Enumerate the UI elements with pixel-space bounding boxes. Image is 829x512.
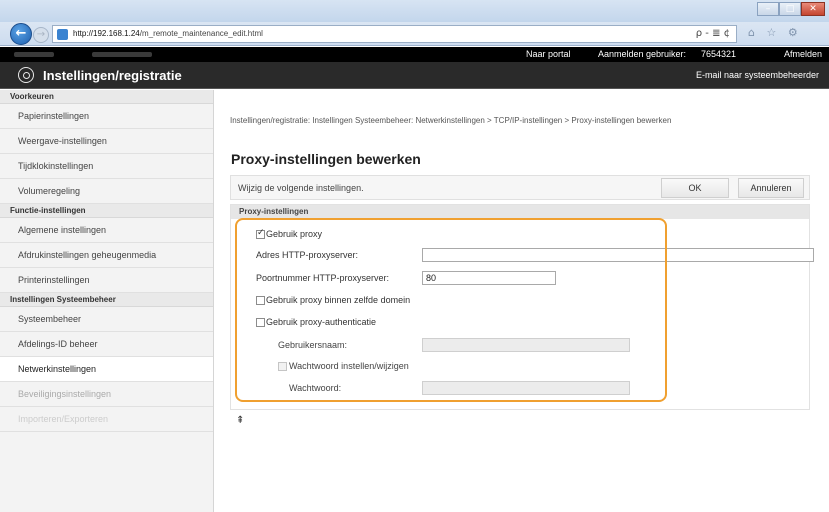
instruction-text: Wijzig de volgende instellingen. bbox=[238, 183, 364, 193]
mail-admin-link[interactable]: E-mail naar systeembeheerder bbox=[696, 70, 819, 80]
page-title: Proxy-instellingen bewerken bbox=[231, 151, 421, 167]
maximize-icon: □ bbox=[785, 4, 795, 14]
back-arrow-icon: ← bbox=[15, 26, 27, 41]
device-name-blurred bbox=[14, 52, 54, 57]
maximize-button[interactable]: □ bbox=[779, 2, 801, 16]
sidebar-item-tijdklok[interactable]: Tijdklokinstellingen bbox=[0, 154, 213, 179]
sidebar-item-volume[interactable]: Volumeregeling bbox=[0, 179, 213, 204]
minimize-button[interactable]: – bbox=[757, 2, 779, 16]
action-bar: Wijzig de volgende instellingen. OK Annu… bbox=[230, 175, 810, 200]
portal-link[interactable]: Naar portal bbox=[526, 49, 571, 59]
logout-link[interactable]: Afmelden bbox=[784, 49, 822, 59]
minimize-icon: – bbox=[765, 4, 771, 14]
url-path: /m_remote_maintenance_edit.html bbox=[139, 29, 263, 38]
login-user-label: Aanmelden gebruiker: bbox=[598, 49, 687, 59]
back-button[interactable]: ← bbox=[10, 23, 32, 45]
sidebar-item-weergave[interactable]: Weergave-instellingen bbox=[0, 129, 213, 154]
back-to-top-icon[interactable]: ⇞ bbox=[236, 415, 244, 426]
home-favorites-settings-icons[interactable]: ⌂ ☆ ⚙ bbox=[748, 26, 802, 39]
sidebar-item-printer[interactable]: Printerinstellingen bbox=[0, 268, 213, 293]
favicon-icon bbox=[57, 29, 68, 40]
sidebar-heading-functie: Functie-instellingen bbox=[0, 204, 213, 218]
breadcrumb: Instellingen/registratie: Instellingen S… bbox=[230, 116, 672, 125]
user-id: 7654321 bbox=[701, 49, 737, 59]
url-host: http://192.168.1.24 bbox=[73, 29, 140, 38]
close-icon: ✕ bbox=[809, 4, 817, 14]
sidebar-item-beveiliging[interactable]: Beveiligingsinstellingen bbox=[0, 382, 213, 407]
url-text: http://192.168.1.24/m_remote_maintenance… bbox=[73, 29, 263, 38]
app-header: Instellingen/registratie E-mail naar sys… bbox=[0, 62, 829, 89]
sidebar-item-importeren[interactable]: Importeren/Exporteren bbox=[0, 407, 213, 432]
sidebar-item-systeembeheer[interactable]: Systeembeheer bbox=[0, 307, 213, 332]
sidebar-item-afdruk-geheugenmedia[interactable]: Afdrukinstellingen geheugenmedia bbox=[0, 243, 213, 268]
highlight-frame bbox=[235, 218, 667, 402]
ok-button[interactable]: OK bbox=[661, 178, 729, 198]
sidebar-item-netwerk[interactable]: Netwerkinstellingen bbox=[0, 357, 213, 382]
sidebar-item-afdelings-id[interactable]: Afdelings-ID beheer bbox=[0, 332, 213, 357]
forward-button[interactable]: → bbox=[33, 27, 49, 43]
cancel-button[interactable]: Annuleren bbox=[738, 178, 804, 198]
sidebar-item-papierinstellingen[interactable]: Papierinstellingen bbox=[0, 104, 213, 129]
sidebar-heading-voorkeuren: Voorkeuren bbox=[0, 90, 213, 104]
sidebar: Voorkeuren Papierinstellingen Weergave-i… bbox=[0, 90, 214, 512]
app-title: Instellingen/registratie bbox=[43, 68, 182, 83]
app-topbar: Naar portal Aanmelden gebruiker: 7654321… bbox=[0, 47, 829, 62]
browser-navbar: ← → http://192.168.1.24/m_remote_mainten… bbox=[0, 22, 829, 46]
settings-gear-icon bbox=[18, 67, 34, 83]
address-bar[interactable]: http://192.168.1.24/m_remote_maintenance… bbox=[52, 25, 737, 43]
sidebar-heading-systeembeheer: Instellingen Systeembeheer bbox=[0, 293, 213, 307]
section-heading: Proxy-instellingen bbox=[231, 205, 809, 219]
forward-arrow-icon: → bbox=[36, 29, 46, 40]
browser-titlebar: – □ ✕ bbox=[0, 0, 829, 22]
address-tools-icons[interactable]: ρ - ≣ ¢ bbox=[696, 28, 730, 39]
sidebar-item-algemeen[interactable]: Algemene instellingen bbox=[0, 218, 213, 243]
device-location-blurred bbox=[92, 52, 152, 57]
close-window-button[interactable]: ✕ bbox=[801, 2, 825, 16]
